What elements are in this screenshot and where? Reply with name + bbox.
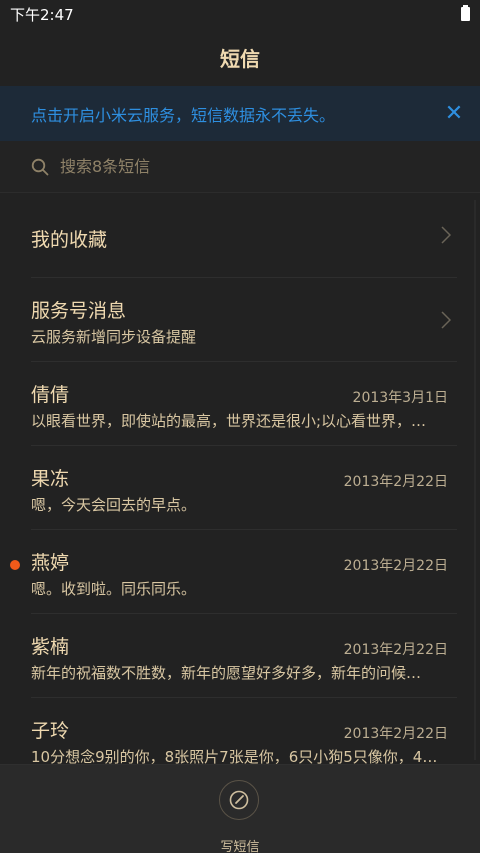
search-bar[interactable] [0, 141, 480, 193]
page-title: 短信 [220, 46, 260, 71]
row-title: 服务号消息 [31, 300, 127, 322]
messages-app: 下午2:47 短信 点击开启小米云服务，短信数据永不丢失。 ✕ 我的收藏 服务号… [0, 0, 480, 853]
list-item-service[interactable]: 服务号消息 云服务新增同步设备提醒 [31, 278, 457, 362]
cloud-banner[interactable]: 点击开启小米云服务，短信数据永不丢失。 ✕ [0, 86, 480, 141]
conversation-row[interactable]: 倩倩 2013年3月1日 以眼看世界，即使站的最高，世界还是很小;以心看世界，… [31, 362, 457, 446]
status-time: 下午2:47 [10, 5, 74, 24]
contact-name: 燕婷 [31, 552, 70, 574]
conversation-list: 我的收藏 服务号消息 云服务新增同步设备提醒 倩倩 2013年3月1日 以眼看世… [0, 194, 480, 764]
status-bar: 下午2:47 [0, 0, 480, 28]
contact-name: 果冻 [31, 468, 70, 490]
message-date: 2013年2月22日 [343, 726, 448, 742]
close-icon[interactable]: ✕ [442, 102, 466, 125]
chevron-right-icon [441, 310, 451, 329]
chevron-right-icon [441, 226, 451, 244]
contact-name: 子玲 [31, 720, 70, 742]
compose-icon [229, 790, 249, 810]
banner-text[interactable]: 点击开启小米云服务，短信数据永不丢失。 [31, 102, 335, 126]
contact-name: 紫楠 [31, 636, 70, 658]
compose-label[interactable]: 写短信 [0, 836, 480, 853]
conversation-row[interactable]: 子玲 2013年2月22日 10分想念9别的你，8张照片7张是你，6只小狗5只像… [31, 698, 457, 764]
search-input[interactable] [58, 156, 442, 177]
row-title: 我的收藏 [31, 229, 108, 251]
message-date: 2013年3月1日 [352, 390, 448, 406]
message-preview: 嗯。收到啦。同乐同乐。 [31, 580, 197, 598]
message-preview: 新年的祝福数不胜数，新年的愿望好多好多，新年的问候… [31, 664, 422, 682]
message-preview: 嗯，今天会回去的早点。 [31, 496, 197, 514]
bottom-bar: 写短信 [0, 764, 480, 853]
message-preview: 以眼看世界，即使站的最高，世界还是很小;以心看世界，… [31, 412, 427, 430]
contact-name: 倩倩 [31, 384, 70, 406]
compose-button[interactable] [219, 780, 259, 820]
row-preview: 云服务新增同步设备提醒 [31, 328, 197, 346]
message-preview: 10分想念9别的你，8张照片7张是你，6只小狗5只像你，4… [31, 748, 438, 764]
search-icon [31, 158, 49, 175]
scrollbar[interactable] [474, 200, 476, 760]
conversation-row[interactable]: 果冻 2013年2月22日 嗯，今天会回去的早点。 [31, 446, 457, 530]
conversation-row[interactable]: 燕婷 2013年2月22日 嗯。收到啦。同乐同乐。 [10, 530, 457, 614]
unread-dot [10, 560, 20, 570]
conversation-row[interactable]: 紫楠 2013年2月22日 新年的祝福数不胜数，新年的愿望好多好多，新年的问候… [31, 614, 457, 698]
message-date: 2013年2月22日 [343, 642, 448, 658]
message-date: 2013年2月22日 [343, 558, 448, 574]
battery-icon [461, 5, 470, 21]
list-item-favorites[interactable]: 我的收藏 [31, 194, 457, 278]
message-date: 2013年2月22日 [343, 474, 448, 490]
